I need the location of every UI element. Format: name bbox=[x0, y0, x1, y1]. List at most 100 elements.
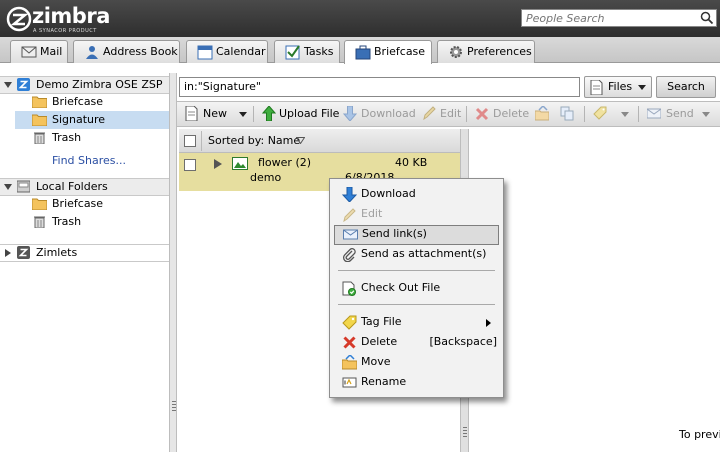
tab-mail[interactable]: Mail bbox=[10, 40, 68, 63]
find-shares-link[interactable]: Find Shares... bbox=[0, 152, 169, 170]
copy-icon bbox=[560, 106, 574, 121]
expand-arrow-icon[interactable] bbox=[214, 159, 222, 169]
new-button-label: New bbox=[203, 107, 227, 120]
tag-button[interactable] bbox=[590, 102, 632, 126]
move-folder-icon bbox=[535, 106, 549, 121]
local-folders-icon bbox=[17, 180, 30, 193]
edit-button[interactable]: Edit bbox=[420, 102, 462, 126]
toolbar-separator bbox=[584, 106, 585, 122]
people-search-input[interactable] bbox=[522, 10, 698, 26]
toolbar-separator bbox=[466, 106, 467, 122]
search-query-input[interactable]: in:"Signature" bbox=[179, 77, 580, 97]
splitter-grip bbox=[463, 430, 467, 431]
zimbra-account-icon bbox=[17, 78, 30, 91]
logo-wordmark: zimbra bbox=[32, 4, 110, 28]
rename-icon bbox=[342, 377, 357, 388]
splitter-grip bbox=[172, 407, 176, 408]
left-pane-splitter[interactable] bbox=[169, 73, 177, 452]
chevron-down-icon[interactable] bbox=[621, 112, 629, 117]
folder-label: Signature bbox=[52, 113, 106, 126]
send-label: Send bbox=[666, 107, 694, 120]
folder-signature[interactable]: Signature bbox=[15, 111, 169, 129]
menu-item-edit[interactable]: Edit bbox=[334, 205, 499, 225]
chevron-down-icon[interactable] bbox=[239, 112, 247, 117]
tab-briefcase[interactable]: Briefcase bbox=[344, 40, 432, 64]
menu-item-label: Tag File bbox=[361, 315, 402, 328]
local-folder-briefcase[interactable]: Briefcase bbox=[0, 195, 169, 213]
folder-briefcase[interactable]: Briefcase bbox=[0, 93, 169, 111]
menu-item-download[interactable]: Download bbox=[334, 185, 499, 205]
chevron-down-icon[interactable] bbox=[702, 112, 710, 117]
menu-item-check-out[interactable]: Check Out File bbox=[334, 279, 499, 299]
zimlets-label: Zimlets bbox=[36, 246, 78, 259]
preview-hint-text: To previe bbox=[679, 428, 720, 441]
splitter-grip bbox=[172, 410, 176, 411]
tab-label: Preferences bbox=[467, 45, 532, 58]
calendar-icon bbox=[197, 45, 213, 60]
file-context-menu: Download Edit Send link(s) Send as attac… bbox=[329, 178, 504, 398]
delete-x-icon bbox=[343, 336, 356, 349]
upload-file-button[interactable]: Upload File bbox=[259, 102, 339, 126]
menu-item-label: Download bbox=[361, 187, 416, 200]
toolbar-separator bbox=[638, 106, 639, 122]
tab-tasks[interactable]: Tasks bbox=[274, 40, 340, 63]
tasks-icon bbox=[285, 45, 300, 60]
splitter-grip bbox=[463, 433, 467, 434]
search-scope-dropdown[interactable]: Files bbox=[584, 76, 652, 98]
tab-preferences[interactable]: Preferences bbox=[437, 40, 535, 63]
menu-item-send-attachment[interactable]: Send as attachment(s) bbox=[334, 245, 499, 265]
gear-icon bbox=[450, 46, 462, 58]
folder-label: Briefcase bbox=[52, 197, 104, 210]
account-header[interactable]: Demo Zimbra OSE ZSP bbox=[0, 76, 169, 94]
folder-icon bbox=[32, 96, 47, 108]
folder-label: Trash bbox=[52, 215, 82, 228]
zimlets-icon bbox=[17, 246, 30, 259]
tab-calendar[interactable]: Calendar bbox=[186, 40, 268, 63]
duplicate-button[interactable] bbox=[558, 102, 578, 126]
envelope-icon bbox=[647, 108, 661, 119]
move-button[interactable] bbox=[533, 102, 553, 126]
move-folder-icon bbox=[342, 355, 357, 370]
search-icon[interactable] bbox=[700, 11, 714, 25]
delete-button[interactable]: Delete bbox=[472, 102, 529, 126]
local-folders-label: Local Folders bbox=[36, 180, 108, 193]
collapse-arrow-icon[interactable] bbox=[4, 183, 12, 191]
app-header: zimbra A SYNACOR PRODUCT bbox=[0, 0, 720, 37]
menu-item-send-links[interactable]: Send link(s) bbox=[334, 225, 499, 245]
tab-address-book[interactable]: Address Book bbox=[73, 40, 180, 63]
file-name: flower (2) bbox=[258, 156, 312, 169]
splitter-grip bbox=[172, 401, 176, 402]
menu-item-tag-file[interactable]: Tag File bbox=[334, 313, 499, 333]
download-button[interactable]: Download bbox=[341, 102, 416, 126]
menu-item-label: Check Out File bbox=[361, 281, 441, 294]
tab-label: Mail bbox=[40, 45, 63, 58]
document-icon bbox=[590, 80, 603, 95]
folder-trash[interactable]: Trash bbox=[0, 129, 169, 147]
menu-separator bbox=[338, 270, 495, 271]
zimlets-header[interactable]: Zimlets bbox=[0, 244, 169, 262]
sort-arrow-icon[interactable] bbox=[296, 137, 305, 144]
download-icon bbox=[343, 106, 357, 121]
menu-item-delete[interactable]: Delete [Backspace] bbox=[334, 333, 499, 353]
new-button[interactable]: New bbox=[182, 102, 247, 126]
menu-item-move[interactable]: Move bbox=[334, 353, 499, 373]
search-button[interactable]: Search bbox=[656, 76, 716, 98]
menu-item-label: Delete bbox=[361, 335, 398, 348]
send-button[interactable]: Send bbox=[644, 102, 718, 126]
expand-arrow-icon[interactable] bbox=[4, 249, 12, 257]
folder-icon bbox=[32, 198, 47, 210]
local-folder-trash[interactable]: Trash bbox=[0, 213, 169, 231]
delete-x-icon bbox=[475, 107, 489, 121]
local-folders-header[interactable]: Local Folders bbox=[0, 178, 169, 196]
row-checkbox[interactable] bbox=[184, 159, 196, 171]
collapse-arrow-icon[interactable] bbox=[4, 81, 12, 89]
app-tab-bar: Mail Address Book Calendar Tasks Briefca… bbox=[0, 37, 720, 64]
sort-label[interactable]: Sorted by: Name bbox=[208, 134, 300, 147]
folder-tree: Demo Zimbra OSE ZSP Briefcase Signature … bbox=[0, 73, 169, 452]
people-search-box[interactable] bbox=[521, 9, 717, 27]
select-all-checkbox[interactable] bbox=[184, 135, 196, 147]
folder-label: Trash bbox=[52, 131, 82, 144]
find-shares-label[interactable]: Find Shares... bbox=[52, 152, 126, 170]
menu-item-rename[interactable]: Rename bbox=[334, 373, 499, 393]
check-out-icon bbox=[342, 281, 356, 296]
